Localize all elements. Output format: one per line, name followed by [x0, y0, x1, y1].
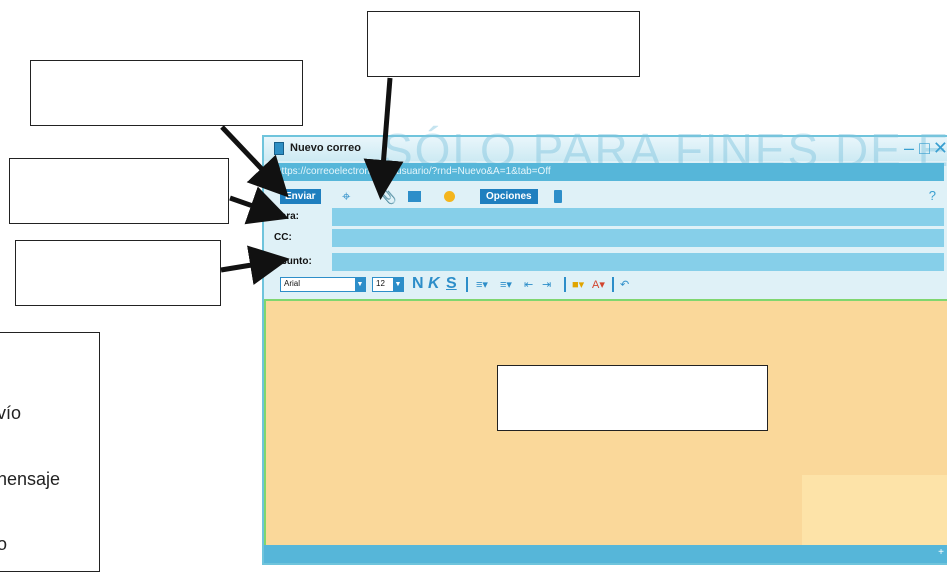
emoticon-icon[interactable]: [444, 191, 455, 202]
legend-line-1: vío: [0, 403, 22, 423]
resize-icon[interactable]: +: [938, 547, 944, 558]
minimize-icon[interactable]: –: [904, 138, 914, 158]
attach-icon[interactable]: 📎: [378, 188, 397, 206]
label-box-left-middle: [9, 158, 229, 224]
text-color-icon[interactable]: A▾: [592, 278, 605, 292]
bold-button[interactable]: N: [412, 274, 424, 294]
format-toolbar: Arial ▼ 12 ▼ N K S ≡▾ ≡▾ ⇤ ⇥ ■▾ A▾ ↶: [280, 274, 944, 295]
url-bar[interactable]: https://correoelectronico.miusuario/?rnd…: [270, 163, 944, 181]
cc-row: CC:: [274, 229, 944, 249]
status-bar: +: [264, 545, 947, 563]
separator: [564, 277, 566, 292]
asunto-label: Asunto:: [274, 256, 312, 267]
label-box-top-left: [30, 60, 303, 126]
indent-icon[interactable]: ⇥: [542, 278, 551, 292]
chevron-down-icon: ▼: [393, 278, 403, 291]
separator: [612, 277, 614, 292]
label-box-top-center: [367, 11, 640, 77]
legend-line-3: o: [0, 534, 8, 554]
cc-field[interactable]: [332, 229, 944, 247]
compose-window: Nuevo correo SÓLO PARA FINES DE EVALUACI…: [262, 124, 947, 565]
document-icon: [274, 142, 284, 155]
compose-toolbar: Enviar ⌖ 📎 Opciones ?: [280, 187, 944, 207]
legend-box: vío nensaje o: [0, 332, 100, 572]
legend-line-2: nensaje: [0, 469, 61, 489]
label-box-left-lower: [15, 240, 221, 306]
underline-button[interactable]: S: [446, 274, 457, 294]
highlight-color-icon[interactable]: ■▾: [572, 278, 584, 292]
font-select[interactable]: Arial ▼: [280, 277, 366, 292]
bullet-list-icon[interactable]: ≡▾: [500, 278, 512, 292]
para-label: Para:: [274, 211, 300, 222]
label-box-body: [497, 365, 768, 431]
italic-button[interactable]: K: [428, 274, 440, 294]
window-title: Nuevo correo: [290, 142, 361, 154]
body-highlight-patch: [802, 475, 947, 547]
para-field[interactable]: [332, 208, 944, 226]
chevron-down-icon: ▼: [355, 278, 365, 291]
maximize-icon[interactable]: □: [919, 138, 930, 158]
send-button[interactable]: Enviar: [280, 189, 321, 204]
cc-label: CC:: [274, 232, 292, 243]
save-draft-icon[interactable]: ⌖: [342, 188, 350, 206]
close-icon[interactable]: ✕: [933, 138, 947, 158]
font-size-value: 12: [376, 279, 385, 288]
asunto-row: Asunto:: [274, 253, 944, 273]
insert-image-icon[interactable]: [408, 191, 421, 202]
help-icon[interactable]: ?: [929, 187, 936, 205]
undo-icon[interactable]: ↶: [620, 278, 629, 292]
numbered-list-icon[interactable]: ≡▾: [476, 278, 488, 292]
separator: [466, 277, 468, 292]
window-titlebar: Nuevo correo SÓLO PARA FINES DE EVALUACI…: [264, 124, 947, 176]
outdent-icon[interactable]: ⇤: [524, 278, 533, 292]
options-button[interactable]: Opciones: [480, 189, 538, 204]
trash-icon[interactable]: [554, 190, 562, 203]
asunto-field[interactable]: [332, 253, 944, 271]
para-row: Para:: [274, 208, 944, 228]
font-select-value: Arial: [284, 279, 301, 288]
message-body[interactable]: [264, 299, 947, 547]
font-size-select[interactable]: 12 ▼: [372, 277, 404, 292]
